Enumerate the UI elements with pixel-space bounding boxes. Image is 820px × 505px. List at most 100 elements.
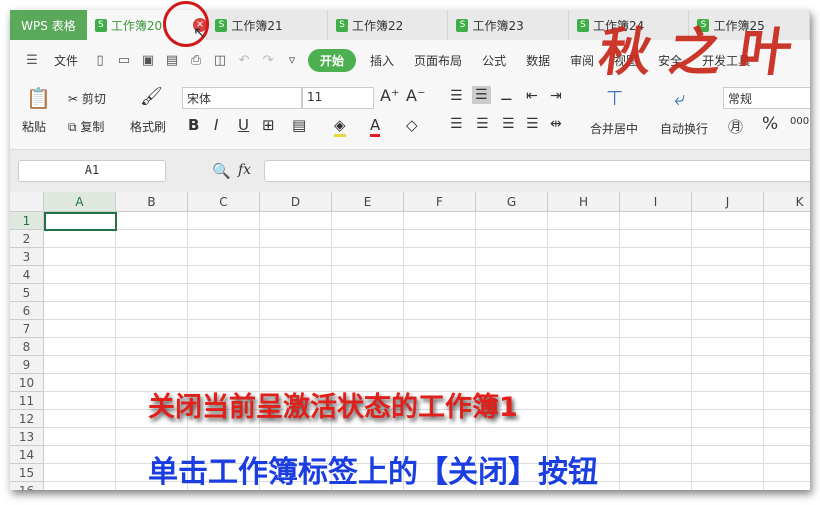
row-header-16[interactable]: 16 <box>10 482 44 490</box>
brush-icon[interactable]: 🖌 <box>140 86 163 107</box>
font-color-icon[interactable]: A <box>370 116 381 137</box>
row-header-11[interactable]: 11 <box>10 392 44 410</box>
menu-data[interactable]: 数据 <box>520 52 556 69</box>
new-file-icon[interactable]: ▯ <box>92 53 108 68</box>
tab-label: 工作簿21 <box>231 18 283 33</box>
wrap-icon[interactable]: ⤶ <box>674 86 685 110</box>
menu-page-layout[interactable]: 页面布局 <box>408 52 468 69</box>
more-icon[interactable]: ▿ <box>284 53 300 68</box>
row-header-1[interactable]: 1 <box>10 212 44 230</box>
print-icon[interactable]: ⎙ <box>188 53 204 68</box>
formula-input[interactable] <box>264 160 810 182</box>
align-top-icon[interactable]: ☰ <box>450 88 463 104</box>
tab-workbook-21[interactable]: S 工作簿21 <box>207 10 328 40</box>
ribbon: 📋 粘贴 ✂ 剪切 ⧉ 复制 🖌 格式刷 宋体 11 A⁺ A⁻ B I U ⊞… <box>10 80 810 150</box>
column-header-H[interactable]: H <box>548 192 620 212</box>
align-left-icon[interactable]: ☰ <box>450 116 463 132</box>
row-header-10[interactable]: 10 <box>10 374 44 392</box>
align-middle-icon[interactable]: ☰ <box>472 86 491 104</box>
border-icon[interactable]: ⊞ <box>262 116 275 134</box>
app-label[interactable]: WPS 表格 <box>10 10 87 40</box>
cut-label: 剪切 <box>81 92 106 106</box>
cut-button[interactable]: ✂ 剪切 <box>68 90 106 107</box>
row-header-8[interactable]: 8 <box>10 338 44 356</box>
preview-icon[interactable]: ◫ <box>212 53 228 68</box>
justify-icon[interactable]: ☰ <box>526 116 539 132</box>
format-painter-button[interactable]: 格式刷 <box>130 118 166 135</box>
indent-icon[interactable]: ⇥ <box>550 88 562 104</box>
thousands-icon[interactable]: 000 <box>790 116 809 127</box>
column-header-K[interactable]: K <box>764 192 810 212</box>
fx-icon[interactable]: fx <box>238 162 251 178</box>
column-header-C[interactable]: C <box>188 192 260 212</box>
select-all-corner[interactable] <box>10 192 44 212</box>
merge-center-button[interactable]: 合并居中 <box>590 120 638 137</box>
column-header-J[interactable]: J <box>692 192 764 212</box>
row-header-4[interactable]: 4 <box>10 266 44 284</box>
column-header-I[interactable]: I <box>620 192 692 212</box>
menu-insert[interactable]: 插入 <box>364 52 400 69</box>
row-header-6[interactable]: 6 <box>10 302 44 320</box>
menu-home[interactable]: 开始 <box>308 48 357 72</box>
caption-title: 关闭当前呈激活状态的工作簿1 <box>148 392 518 423</box>
column-header-F[interactable]: F <box>404 192 476 212</box>
font-select[interactable]: 宋体 <box>182 87 302 109</box>
menu-review[interactable]: 审阅 <box>564 52 600 69</box>
tab-label: 工作簿22 <box>351 18 404 33</box>
underline-button[interactable]: U <box>238 116 249 134</box>
distribute-icon[interactable]: ⇹ <box>550 116 562 132</box>
eraser-icon[interactable]: ◇ <box>406 116 418 134</box>
zoom-search-icon[interactable]: 🔍 <box>212 162 231 180</box>
paste-button[interactable]: 粘贴 <box>22 118 46 135</box>
tab-workbook-22[interactable]: S 工作簿22 <box>328 10 449 40</box>
copy-button[interactable]: ⧉ 复制 <box>68 118 104 135</box>
number-format-select[interactable]: 常规 <box>723 87 810 109</box>
fill-color-icon[interactable]: ◈ <box>334 116 346 137</box>
column-header-D[interactable]: D <box>260 192 332 212</box>
fill-style-icon[interactable]: ▤ <box>292 116 306 134</box>
align-right-icon[interactable]: ☰ <box>502 116 515 132</box>
row-header-9[interactable]: 9 <box>10 356 44 374</box>
hamburger-icon[interactable]: ☰ <box>24 53 40 68</box>
save-icon[interactable]: ▣ <box>140 53 156 68</box>
open-folder-icon[interactable]: ▭ <box>116 53 132 68</box>
currency-icon[interactable]: ㊊ <box>728 116 743 137</box>
decrease-font-icon[interactable]: A⁻ <box>406 86 425 105</box>
pdf-icon[interactable]: ▤ <box>164 53 180 68</box>
align-center-icon[interactable]: ☰ <box>476 116 489 132</box>
increase-font-icon[interactable]: A⁺ <box>380 86 399 105</box>
font-size-select[interactable]: 11 <box>302 87 374 109</box>
formula-bar: A1 🔍 fx <box>10 150 810 192</box>
menu-file[interactable]: 文件 <box>48 52 84 69</box>
row-header-13[interactable]: 13 <box>10 428 44 446</box>
column-header-E[interactable]: E <box>332 192 404 212</box>
column-header-G[interactable]: G <box>476 192 548 212</box>
menu-formula[interactable]: 公式 <box>476 52 512 69</box>
row-header-2[interactable]: 2 <box>10 230 44 248</box>
italic-button[interactable]: I <box>214 116 218 134</box>
row-header-14[interactable]: 14 <box>10 446 44 464</box>
tab-workbook-23[interactable]: S 工作簿23 <box>448 10 569 40</box>
name-box[interactable]: A1 <box>18 160 166 182</box>
row-header-15[interactable]: 15 <box>10 464 44 482</box>
paste-icon[interactable]: 📋 <box>26 86 51 110</box>
align-bottom-icon[interactable]: ⚊ <box>500 88 513 104</box>
sheet-icon: S <box>215 18 228 32</box>
row-header-12[interactable]: 12 <box>10 410 44 428</box>
spreadsheet-grid[interactable]: ABCDEFGHIJK 12345678910111213141516 <box>10 192 810 490</box>
sheet-icon: S <box>94 18 107 32</box>
column-header-B[interactable]: B <box>116 192 188 212</box>
row-header-3[interactable]: 3 <box>10 248 44 266</box>
row-header-5[interactable]: 5 <box>10 284 44 302</box>
row-header-7[interactable]: 7 <box>10 320 44 338</box>
outdent-icon[interactable]: ⇤ <box>526 88 538 104</box>
bold-button[interactable]: B <box>188 116 199 134</box>
merge-icon[interactable]: ⊤ <box>606 86 623 110</box>
redo-icon[interactable]: ↷ <box>260 53 276 68</box>
sheet-icon: S <box>335 18 348 32</box>
column-header-A[interactable]: A <box>44 192 116 212</box>
active-cell-a1[interactable] <box>44 212 117 231</box>
percent-button[interactable]: % <box>762 114 778 134</box>
undo-icon[interactable]: ↶ <box>236 53 252 68</box>
wrap-text-button[interactable]: 自动换行 <box>660 120 708 137</box>
